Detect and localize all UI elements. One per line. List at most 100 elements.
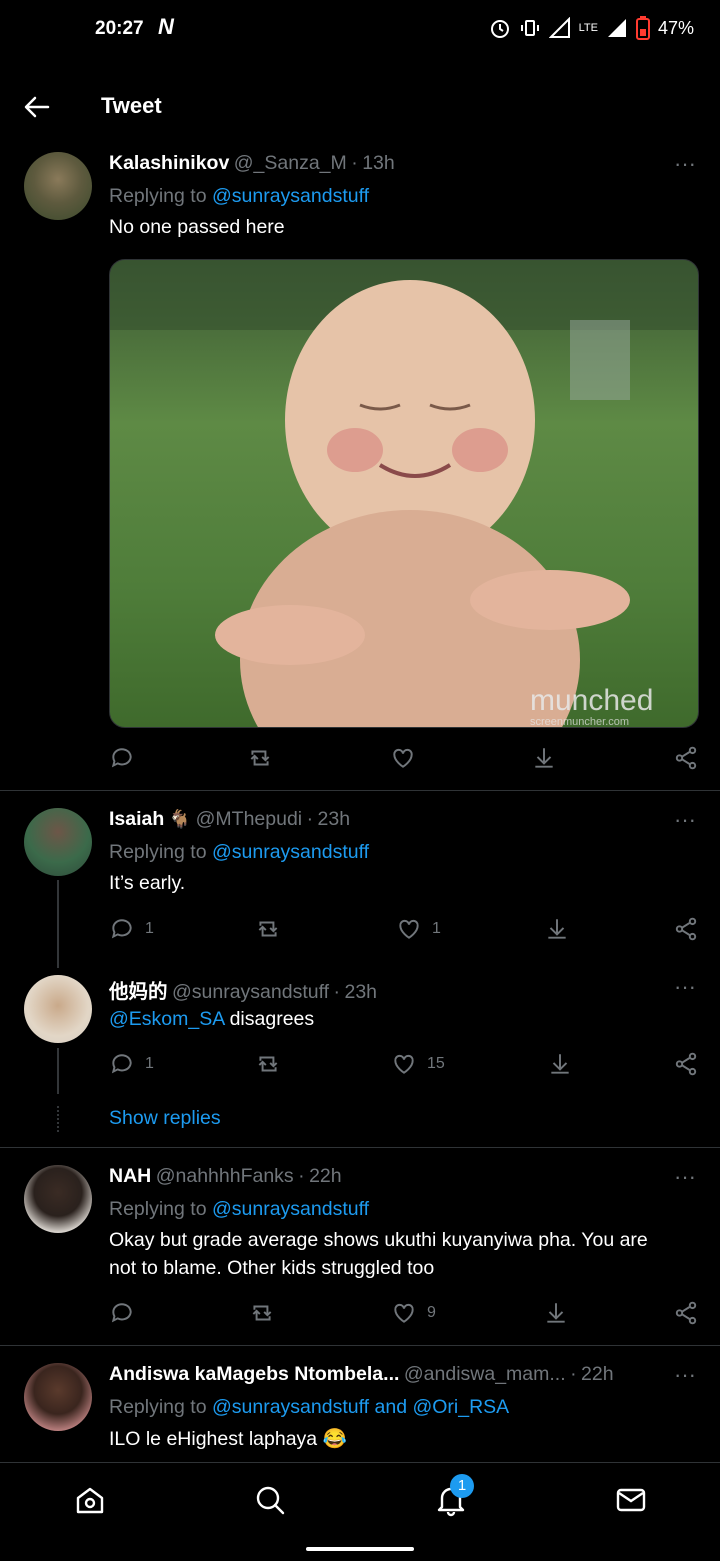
thread-line [57, 880, 59, 968]
tweet-text: It’s early. [109, 872, 186, 894]
search-icon[interactable] [253, 1483, 287, 1517]
author-handle[interactable]: @andiswa_mam... [404, 1363, 566, 1385]
show-replies-link[interactable]: Show replies [109, 1107, 221, 1130]
more-icon[interactable]: ··· [674, 976, 698, 998]
retweet-button[interactable] [249, 1300, 285, 1326]
retweet-button[interactable] [255, 916, 291, 942]
divider [0, 1345, 720, 1346]
reply-prefix: Replying to [109, 1396, 212, 1418]
reply-button[interactable]: 1 [109, 1051, 154, 1077]
author-name[interactable]: NAH [109, 1165, 151, 1187]
reply-count: 1 [145, 1055, 154, 1072]
like-count: 15 [427, 1055, 445, 1072]
reply-icon [111, 1054, 132, 1074]
reply-prefix: Replying to [109, 1198, 212, 1220]
share-button[interactable] [673, 916, 699, 942]
photo-baby-illustration: munched screenmuncher.com [110, 260, 698, 727]
bookmark-button[interactable] [547, 1051, 573, 1077]
author-name[interactable]: Kalashinikov [109, 152, 229, 174]
author-handle[interactable]: @_Sanza_M [234, 152, 347, 174]
tweet-actions: 1 1 [109, 916, 699, 946]
tweet-time[interactable]: 13h [362, 152, 395, 174]
avatar[interactable] [24, 975, 92, 1043]
signal-icon [607, 19, 626, 37]
goat-emoji-icon: 🐐 [168, 809, 192, 829]
share-icon [675, 1052, 697, 1076]
like-count: 1 [432, 920, 441, 937]
avatar[interactable] [24, 808, 92, 876]
bookmark-button[interactable] [544, 916, 570, 942]
gesture-home-indicator[interactable] [306, 1547, 414, 1551]
home-icon[interactable] [73, 1483, 107, 1517]
like-button[interactable]: 15 [391, 1051, 445, 1077]
mention-link[interactable]: @Eskom_SA [109, 1008, 224, 1030]
avatar[interactable] [24, 1165, 92, 1233]
reply-context: Replying to @sunraysandstuff [109, 185, 369, 208]
reply-count: 1 [145, 920, 154, 937]
share-button[interactable] [673, 1300, 699, 1326]
tweet-text: @Eskom_SA disagrees [109, 1008, 314, 1031]
like-button[interactable]: 9 [391, 1300, 436, 1326]
like-button[interactable] [390, 745, 426, 771]
reply-button[interactable] [109, 1300, 145, 1326]
status-bar: 20:27 N LTE 47% [0, 0, 720, 60]
tweet-time[interactable]: 23h [318, 808, 351, 830]
download-icon [535, 748, 553, 768]
share-icon [675, 746, 697, 770]
messages-icon[interactable] [614, 1483, 648, 1517]
reply-prefix: Replying to [109, 185, 212, 207]
author-handle[interactable]: @sunraysandstuff [172, 981, 329, 1003]
bookmark-button[interactable] [531, 745, 557, 771]
vibrate-icon [520, 20, 539, 36]
author-name[interactable]: Andiswa kaMagebs Ntombela... [109, 1363, 399, 1385]
retweet-button[interactable] [247, 745, 283, 771]
back-arrow-icon[interactable] [22, 92, 52, 122]
reply-button[interactable]: 1 [109, 916, 154, 942]
share-icon [675, 1301, 697, 1325]
reply-mention-link[interactable]: @sunraysandstuff and @Ori_RSA [212, 1396, 509, 1418]
more-icon[interactable]: ··· [674, 809, 698, 831]
thread-dotted-line [57, 1106, 61, 1132]
status-icons: LTE 47% [489, 16, 694, 40]
author-handle[interactable]: @MThepudi [196, 808, 303, 830]
tweet-image[interactable]: munched screenmuncher.com [109, 259, 699, 728]
reply-mention-link[interactable]: @sunraysandstuff [212, 1198, 369, 1220]
retweet-button[interactable] [255, 1051, 291, 1077]
tweet-actions: 1 15 [109, 1051, 699, 1081]
more-icon[interactable]: ··· [674, 1364, 698, 1386]
header: Tweet [0, 60, 720, 150]
tweet-time[interactable]: 22h [581, 1363, 614, 1385]
image-watermark-sub: screenmuncher.com [530, 716, 629, 727]
share-button[interactable] [673, 745, 699, 771]
battery-percentage: 47% [657, 17, 694, 38]
reply-mention-link[interactable]: @sunraysandstuff [212, 841, 369, 863]
more-icon[interactable]: ··· [674, 1166, 698, 1188]
author-name[interactable]: Isaiah [109, 808, 164, 830]
share-button[interactable] [673, 1051, 699, 1077]
heart-icon [399, 919, 419, 939]
author-name[interactable]: 他妈的 [109, 981, 168, 1003]
tweet-time[interactable]: 23h [344, 981, 377, 1003]
avatar[interactable] [24, 152, 92, 220]
more-icon[interactable]: ··· [674, 153, 698, 175]
image-watermark: munched [530, 684, 653, 717]
avatar[interactable] [24, 1363, 92, 1431]
like-button[interactable]: 1 [396, 916, 441, 942]
download-icon [548, 919, 566, 939]
tweet-header: Isaiah 🐐 @MThepudi · 23h [109, 808, 350, 831]
signal-icon [548, 17, 570, 38]
reply-mention-link[interactable]: @sunraysandstuff [212, 185, 369, 207]
reply-button[interactable] [109, 745, 145, 771]
share-icon [675, 917, 697, 941]
author-handle[interactable]: @nahhhhFanks [156, 1165, 294, 1187]
tweet-header: Andiswa kaMagebs Ntombela... @andiswa_ma… [109, 1363, 614, 1386]
tweet-header: 他妈的 @sunraysandstuff · 23h [109, 975, 377, 1004]
divider [0, 1147, 720, 1148]
retweet-icon [252, 1305, 272, 1321]
download-icon [547, 1303, 565, 1323]
tweet-time[interactable]: 22h [309, 1165, 342, 1187]
reply-prefix: Replying to [109, 841, 212, 863]
status-time: 20:27 [95, 18, 144, 39]
bookmark-button[interactable] [543, 1300, 569, 1326]
reply-context: Replying to @sunraysandstuff [109, 841, 369, 864]
